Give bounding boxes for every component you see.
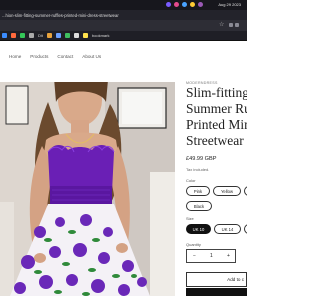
quantity-decrease-button[interactable]: − bbox=[193, 253, 196, 259]
product-title: Slim-fitting Summer Ru Printed Min Stree… bbox=[186, 85, 247, 149]
system-tray bbox=[166, 2, 203, 7]
bookmark-label[interactable]: Dit bbox=[38, 33, 43, 38]
app-icon[interactable] bbox=[174, 2, 179, 7]
color-option-overflow[interactable] bbox=[244, 186, 247, 196]
color-option-yellow[interactable]: Yellow bbox=[213, 186, 241, 196]
color-option-pink[interactable]: Pink bbox=[186, 186, 210, 196]
size-label: Size bbox=[186, 216, 194, 221]
color-option-black[interactable]: Black bbox=[186, 201, 212, 211]
quantity-input[interactable]: 1 bbox=[210, 253, 213, 259]
product-title-line: Streetwear bbox=[186, 133, 244, 148]
bookmark-icon[interactable] bbox=[2, 33, 7, 38]
nav-link-contact[interactable]: Contact bbox=[57, 54, 73, 59]
bookmark-icon[interactable] bbox=[55, 33, 61, 38]
bookmark-icon[interactable] bbox=[29, 33, 34, 38]
bookmark-star-icon[interactable]: ☆ bbox=[219, 22, 225, 28]
tab-strip: ...hion-slim-fitting-summer-ruffles-prin… bbox=[0, 10, 247, 20]
product-details: MODERNDRESS Slim-fitting Summer Ru Print… bbox=[186, 78, 247, 296]
product-title-line: Printed Min bbox=[186, 117, 247, 132]
app-icon[interactable] bbox=[166, 2, 171, 7]
extension-icon[interactable] bbox=[235, 23, 239, 27]
app-icon[interactable] bbox=[198, 2, 203, 7]
app-icon[interactable] bbox=[190, 2, 195, 7]
browser-window: Aug 29 2023 ...hion-slim-fitting-summer-… bbox=[0, 0, 247, 296]
product-image[interactable] bbox=[0, 82, 175, 296]
size-option-overflow[interactable] bbox=[244, 224, 247, 234]
app-icon[interactable] bbox=[182, 2, 187, 7]
bookmark-label[interactable]: bookmark bbox=[92, 33, 110, 38]
tab-title[interactable]: ...hion-slim-fitting-summer-ruffles-prin… bbox=[2, 13, 119, 18]
product-title-line: Slim-fitting bbox=[186, 85, 247, 100]
bookmark-icon[interactable] bbox=[20, 33, 25, 38]
bookmark-icon[interactable] bbox=[64, 33, 70, 38]
product-title-line: Summer Ru bbox=[186, 101, 247, 116]
extension-icon[interactable] bbox=[229, 23, 233, 27]
color-label: Color bbox=[186, 178, 196, 183]
bookmarks-bar: Dit bookmark bbox=[0, 31, 247, 41]
nav-link-home[interactable]: Home bbox=[9, 54, 21, 59]
site-header: Home Products Contact About Us bbox=[0, 41, 247, 71]
clock-date: Aug 29 2023 bbox=[218, 2, 241, 7]
nav-link-products[interactable]: Products bbox=[30, 54, 48, 59]
quantity-increase-button[interactable]: + bbox=[227, 253, 230, 259]
nav-link-about[interactable]: About Us bbox=[82, 54, 101, 59]
add-to-cart-button[interactable]: Add to c bbox=[186, 272, 247, 287]
site-nav: Home Products Contact About Us bbox=[9, 54, 101, 59]
tax-note: Tax included. bbox=[186, 167, 210, 172]
bookmark-icon[interactable] bbox=[46, 33, 52, 38]
extensions-area bbox=[229, 22, 243, 28]
system-top-bar: Aug 29 2023 bbox=[0, 0, 247, 10]
bookmark-icon[interactable] bbox=[73, 33, 79, 38]
quantity-stepper: − 1 + bbox=[186, 249, 236, 263]
size-option-uk14[interactable]: UK 14 bbox=[214, 224, 241, 234]
product-price: £49.99 GBP bbox=[186, 156, 217, 162]
address-bar[interactable]: ☆ bbox=[0, 20, 247, 31]
bookmark-folder-icon[interactable] bbox=[82, 33, 88, 38]
buy-now-button[interactable] bbox=[186, 288, 247, 296]
size-option-uk10[interactable]: UK 10 bbox=[186, 224, 211, 234]
bookmark-icon[interactable] bbox=[11, 33, 16, 38]
quantity-label: Quantity bbox=[186, 242, 201, 247]
product-photo-illustration bbox=[0, 82, 175, 296]
